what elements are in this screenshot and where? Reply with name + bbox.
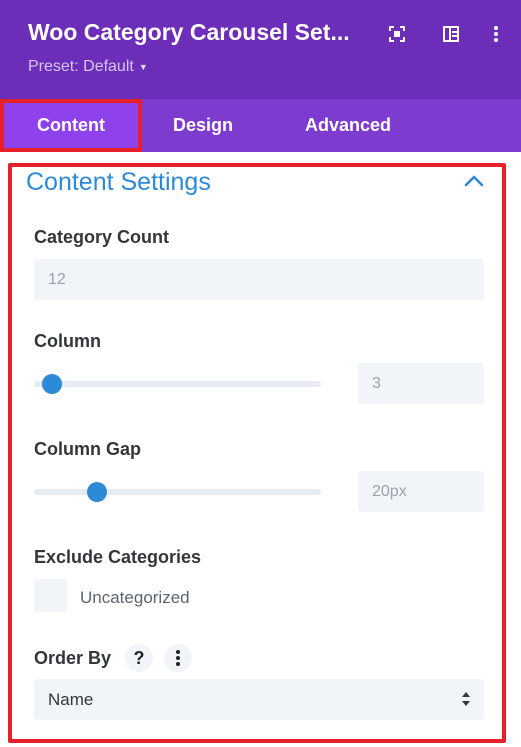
column-label: Column [34, 331, 101, 351]
tab-content[interactable]: Content [0, 99, 142, 152]
help-button[interactable]: ? [125, 644, 153, 672]
tab-design[interactable]: Design [162, 99, 244, 152]
column-slider-track[interactable] [34, 381, 321, 387]
column-gap-value-input[interactable]: 20px [358, 471, 484, 512]
order-by-label: Order By [34, 648, 112, 668]
preset-label: Preset: Default [28, 58, 134, 75]
exclude-categories-label: Exclude Categories [34, 547, 202, 567]
column-gap-label: Column Gap [34, 439, 141, 459]
module-settings-header: Woo Category Carousel Set... Preset: Def… [0, 0, 521, 99]
column-slider-handle[interactable] [42, 374, 62, 394]
uncategorized-label[interactable]: Uncategorized [80, 588, 190, 608]
tab-advanced[interactable]: Advanced [290, 99, 406, 152]
uncategorized-checkbox[interactable] [34, 579, 67, 612]
expand-icon[interactable] [387, 24, 407, 44]
order-by-value: Name [48, 689, 94, 709]
select-arrows-icon [462, 692, 470, 706]
category-count-input[interactable]: 12 [34, 259, 484, 300]
section-title[interactable]: Content Settings [26, 168, 211, 197]
sidebar-layout-icon[interactable] [441, 24, 461, 44]
chevron-up-icon[interactable] [463, 174, 485, 188]
more-vertical-icon [176, 650, 180, 666]
more-vertical-icon[interactable] [486, 24, 506, 44]
order-by-select[interactable]: Name [34, 679, 484, 720]
module-title: Woo Category Carousel Set... [28, 19, 350, 45]
help-icon: ? [133, 647, 145, 668]
category-count-label: Category Count [34, 227, 169, 247]
column-gap-slider-track[interactable] [34, 489, 321, 495]
order-by-options-button[interactable] [164, 644, 192, 672]
settings-tabs: Content Design Advanced [0, 99, 521, 152]
column-value-input[interactable]: 3 [358, 363, 484, 404]
preset-selector[interactable]: Preset: Default ▼ [28, 58, 148, 76]
column-gap-slider-handle[interactable] [87, 482, 107, 502]
caret-down-icon: ▼ [138, 62, 148, 72]
